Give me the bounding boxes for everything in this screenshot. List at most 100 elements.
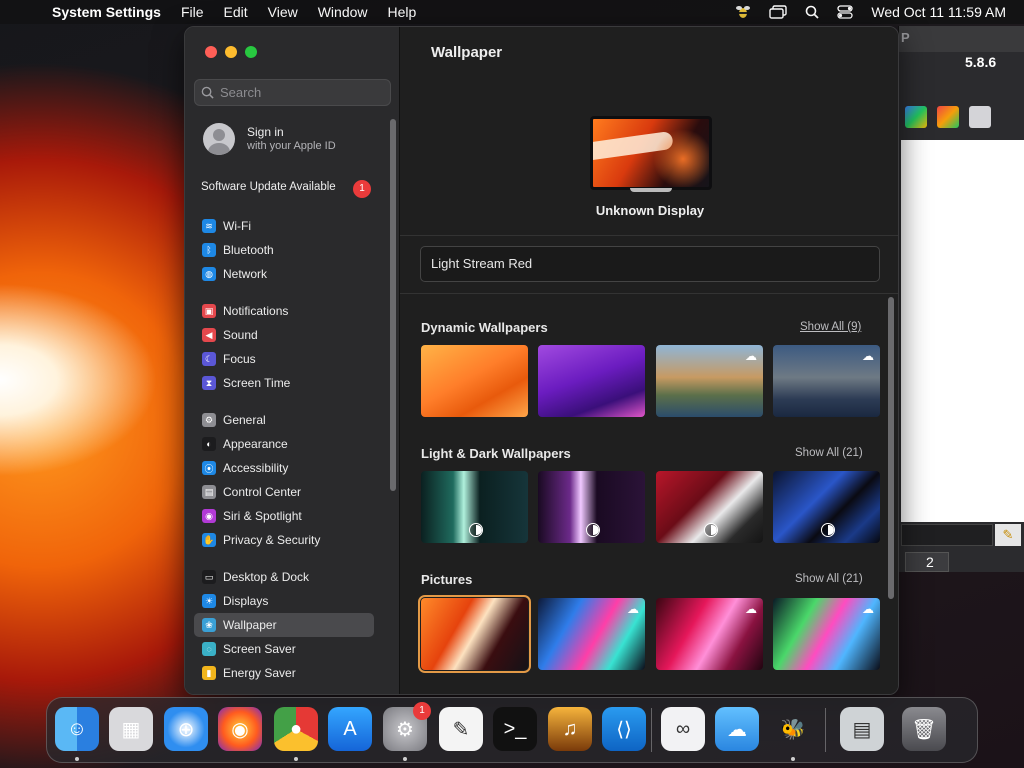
wallpaper-thumbnail[interactable]: ☁	[656, 598, 763, 670]
wallpaper-thumbnail[interactable]	[421, 471, 528, 543]
dock-running-indicator	[294, 757, 298, 761]
apple-id-sign-in[interactable]: Sign in with your Apple ID	[203, 123, 336, 155]
menu-view[interactable]: View	[258, 4, 308, 20]
wallpaper-thumbnail[interactable]	[538, 345, 645, 417]
wallpaper-thumbnail[interactable]	[656, 471, 763, 543]
dock-terminal-icon[interactable]: >_	[493, 707, 537, 751]
sidebar-item-siri-spotlight[interactable]: ◉ Siri & Spotlight	[194, 504, 374, 528]
download-cloud-icon: ☁	[862, 602, 874, 616]
accessibility-icon: ⦿	[202, 461, 216, 475]
screensaver-icon: ◌	[202, 642, 216, 656]
dock-cyberduck-icon[interactable]: 🐝	[771, 707, 815, 751]
puzzle-tool-icon[interactable]	[905, 106, 927, 128]
sidebar-item-general[interactable]: ⚙ General	[194, 408, 374, 432]
dock-firefox-icon[interactable]: ◉	[218, 707, 262, 751]
spotlight-search-icon[interactable]	[805, 5, 819, 19]
section-title-dynamic: Dynamic Wallpapers	[421, 320, 548, 335]
wallpaper-thumbnail[interactable]	[538, 471, 645, 543]
content-scrollbar[interactable]	[888, 297, 894, 599]
menu-window[interactable]: Window	[308, 4, 378, 20]
sidebar-item-wi-fi[interactable]: ≋ Wi-Fi	[194, 214, 374, 238]
dock-chrome-icon[interactable]: ●	[274, 707, 318, 751]
background-input[interactable]	[901, 524, 993, 546]
wallpaper-thumbnail[interactable]: ☁	[656, 345, 763, 417]
wallpaper-pane: Wallpaper Unknown Display Light Stream R…	[400, 27, 898, 694]
download-cloud-icon: ☁	[627, 602, 639, 616]
clock[interactable]: Wed Oct 11 11:59 AM	[871, 4, 1006, 20]
current-wallpaper-selector[interactable]: Light Stream Red	[420, 246, 880, 282]
dock-app-store-icon[interactable]: A	[328, 707, 372, 751]
wallpaper-thumbnail[interactable]	[773, 471, 880, 543]
search-input[interactable]	[220, 85, 380, 100]
download-cloud-icon: ☁	[745, 602, 757, 616]
dock-trash-icon[interactable]: 🗑	[902, 707, 946, 751]
menu-bar: System Settings File Edit View Window He…	[0, 0, 1024, 24]
dock-finder-window-icon[interactable]: ▤	[840, 707, 884, 751]
sidebar-item-control-center[interactable]: ▤ Control Center	[194, 480, 374, 504]
sidebar-item-label: Focus	[223, 352, 256, 366]
archive-tool-icon[interactable]	[937, 106, 959, 128]
broom-icon[interactable]: ✎	[995, 524, 1021, 546]
sidebar-item-privacy-security[interactable]: ✋ Privacy & Security	[194, 528, 374, 552]
dock-running-indicator	[75, 757, 79, 761]
display-preview	[590, 116, 712, 190]
sidebar-item-screen-saver[interactable]: ◌ Screen Saver	[194, 637, 374, 661]
avatar	[203, 123, 235, 155]
siri-icon: ◉	[202, 509, 216, 523]
zoom-button[interactable]	[245, 46, 257, 58]
dock-icloud-weather-icon[interactable]: ☁	[715, 707, 759, 751]
sidebar-item-appearance[interactable]: ◐ Appearance	[194, 432, 374, 456]
tab-count-badge[interactable]: 2	[905, 552, 949, 572]
sidebar-item-desktop-dock[interactable]: ▭ Desktop & Dock	[194, 565, 374, 589]
light-dark-icon	[704, 523, 718, 537]
sidebar-scrollbar[interactable]	[390, 119, 396, 491]
section-title-pictures: Pictures	[421, 572, 473, 587]
system-settings-window: Sign in with your Apple ID Software Upda…	[184, 26, 899, 695]
dock-launchpad-icon[interactable]: ▦	[109, 707, 153, 751]
background-window-titlebar: P	[899, 26, 1024, 52]
software-update-item[interactable]: Software Update Available 1	[201, 180, 371, 198]
wallpaper-thumbnail[interactable]: ☁	[538, 598, 645, 670]
wallpaper-thumbnail[interactable]: ☁	[773, 345, 880, 417]
dock-garageband-icon[interactable]: ♫	[548, 707, 592, 751]
bee-status-icon[interactable]	[735, 4, 751, 20]
speaker-icon: ◀	[202, 328, 216, 342]
show-all-light-dark-button[interactable]: Show All (21)	[795, 447, 863, 459]
menu-file[interactable]: File	[171, 4, 214, 20]
sidebar-item-wallpaper[interactable]: ❀ Wallpaper	[194, 613, 374, 637]
sidebar-item-screen-time[interactable]: ⧗ Screen Time	[194, 371, 374, 395]
light-dark-icon	[586, 523, 600, 537]
screen-mirroring-icon[interactable]	[769, 5, 788, 19]
sidebar-item-accessibility[interactable]: ⦿ Accessibility	[194, 456, 374, 480]
sidebar-item-energy-saver[interactable]: ▮ Energy Saver	[194, 661, 374, 685]
close-button[interactable]	[205, 46, 217, 58]
dock-safari-icon[interactable]: ⊕	[164, 707, 208, 751]
trash-tool-icon[interactable]	[969, 106, 991, 128]
show-all-dynamic-button[interactable]: Show All (9)	[800, 321, 861, 333]
minimize-button[interactable]	[225, 46, 237, 58]
sidebar-item-sound[interactable]: ◀ Sound	[194, 323, 374, 347]
settings-sidebar: Sign in with your Apple ID Software Upda…	[185, 27, 400, 694]
sun-icon: ☀	[202, 594, 216, 608]
search-field[interactable]	[194, 79, 391, 106]
dock-visual-studio-code-icon[interactable]: ⟨⟩	[602, 707, 646, 751]
control-center-icon[interactable]	[837, 5, 854, 19]
sidebar-item-focus[interactable]: ☾ Focus	[194, 347, 374, 371]
wallpaper-thumbnail[interactable]	[421, 345, 528, 417]
dock-finder-icon[interactable]: ☺	[55, 707, 99, 751]
dock-textedit-icon[interactable]: ✎	[439, 707, 483, 751]
wallpaper-thumbnail-selected[interactable]	[418, 595, 531, 673]
light-dark-icon	[821, 523, 835, 537]
menu-edit[interactable]: Edit	[214, 4, 258, 20]
menu-app-name[interactable]: System Settings	[52, 4, 171, 20]
menu-help[interactable]: Help	[378, 4, 427, 20]
sidebar-item-bluetooth[interactable]: ᛒ Bluetooth	[194, 238, 374, 262]
sidebar-item-displays[interactable]: ☀ Displays	[194, 589, 374, 613]
display-stand	[630, 188, 672, 192]
sidebar-item-network[interactable]: ◍ Network	[194, 262, 374, 286]
dock-visual-studio-icon[interactable]: ∞	[661, 707, 705, 751]
show-all-pictures-button[interactable]: Show All (21)	[795, 573, 863, 585]
sidebar-item-notifications[interactable]: ▣ Notifications	[194, 299, 374, 323]
wallpaper-thumbnail[interactable]: ☁	[773, 598, 880, 670]
gear-icon: ⚙	[202, 413, 216, 427]
